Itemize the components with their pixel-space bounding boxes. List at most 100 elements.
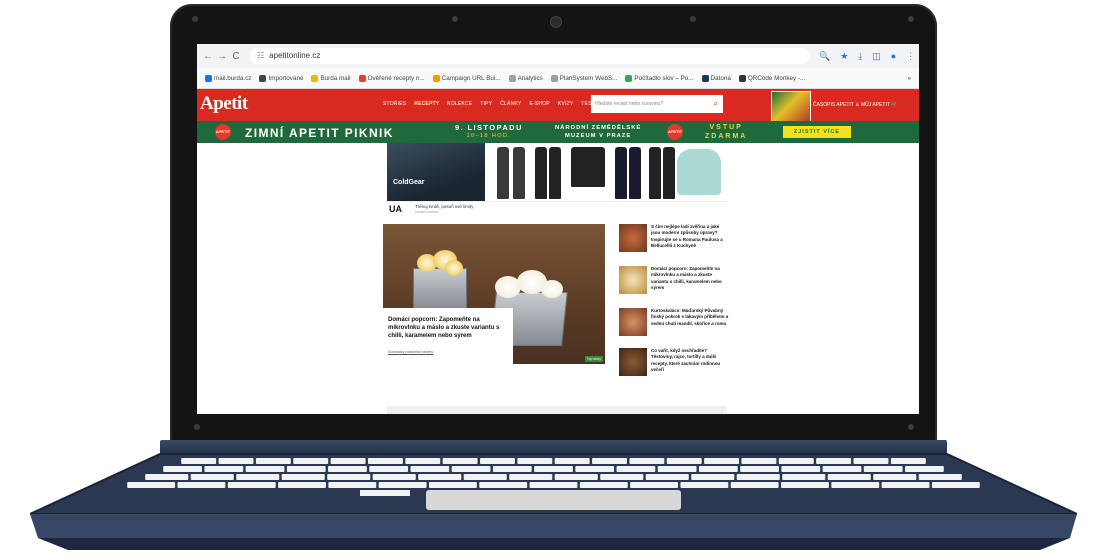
bookmarks-more-button[interactable]: » bbox=[907, 75, 911, 82]
keyboard-key[interactable] bbox=[330, 458, 366, 464]
keyboard-key[interactable] bbox=[827, 474, 871, 480]
keyboard-key[interactable] bbox=[534, 466, 573, 472]
sidebar-article[interactable]: Co vařit, když nechřadíte? Těstoviny, ra… bbox=[619, 348, 729, 386]
keyboard-key[interactable] bbox=[327, 474, 371, 480]
keyboard-key[interactable] bbox=[529, 482, 578, 488]
search-icon[interactable]: ⌕ bbox=[714, 95, 718, 113]
keyboard-key[interactable] bbox=[236, 474, 280, 480]
keyboard-key[interactable] bbox=[592, 458, 627, 464]
keyboard-key[interactable] bbox=[418, 474, 462, 480]
keyboard-key[interactable] bbox=[492, 466, 532, 472]
feature-title[interactable]: Domácí popcorn: Zapomeňte na mikrovlnku … bbox=[388, 316, 508, 341]
nav-item-e-shop[interactable]: E-SHOP bbox=[529, 101, 549, 107]
keyboard-key[interactable] bbox=[853, 458, 889, 464]
bookmark-item[interactable]: Analytics bbox=[508, 74, 543, 82]
keyboard-key[interactable] bbox=[782, 474, 826, 480]
keyboard-key[interactable] bbox=[691, 474, 735, 480]
bookmark-item[interactable]: Importované bbox=[259, 74, 303, 82]
address-bar[interactable]: ☷ apetitonline.cz bbox=[249, 48, 809, 64]
keyboard-key[interactable] bbox=[372, 474, 416, 480]
keyboard-key[interactable] bbox=[931, 482, 980, 488]
keyboard-key[interactable] bbox=[204, 466, 244, 472]
keyboard-key[interactable] bbox=[778, 458, 814, 464]
keyboard-key[interactable] bbox=[863, 466, 903, 472]
keyboard-key[interactable] bbox=[410, 466, 450, 472]
sidebar-article-title[interactable]: S čím nejlépe ladí zvěřina a jaké jsou m… bbox=[651, 224, 729, 250]
keyboard-key[interactable] bbox=[816, 458, 852, 464]
sidebar-article-title[interactable]: Kurtoskalács: Maďarský Půvabný finský po… bbox=[651, 308, 729, 327]
bookmark-item[interactable]: Počítadlo slov – Po... bbox=[625, 74, 694, 82]
keyboard-key[interactable] bbox=[451, 466, 491, 472]
keyboard-key[interactable] bbox=[736, 474, 780, 480]
nav-item-kolekce[interactable]: KOLEKCE bbox=[447, 101, 472, 107]
keyboard-key[interactable] bbox=[145, 474, 189, 480]
sidebar-article[interactable]: Domácí popcorn: Zapomeňte na mikrovlnku … bbox=[619, 266, 729, 304]
keyboard-key[interactable] bbox=[831, 482, 880, 488]
search-input[interactable]: Hledáte recept nebo surovinu? ⌕ bbox=[591, 95, 723, 113]
profile-icon[interactable]: ● bbox=[891, 51, 896, 61]
keyboard-key[interactable] bbox=[904, 466, 944, 472]
keyboard-key[interactable] bbox=[463, 474, 507, 480]
keyboard-key[interactable] bbox=[480, 458, 515, 464]
zoom-icon[interactable]: 🔍 bbox=[819, 51, 830, 62]
bookmark-item[interactable]: Burda mail bbox=[311, 74, 351, 82]
keyboard-key[interactable] bbox=[554, 474, 598, 480]
keyboard-key[interactable] bbox=[181, 458, 217, 464]
keyboard-key[interactable] bbox=[630, 482, 679, 488]
keyboard-key[interactable] bbox=[890, 458, 926, 464]
keyboard-key[interactable] bbox=[741, 458, 777, 464]
nav-item-tipy[interactable]: TIPY bbox=[480, 101, 492, 107]
keyboard-key[interactable] bbox=[281, 474, 325, 480]
keyboard-key[interactable] bbox=[645, 474, 689, 480]
keyboard-key[interactable] bbox=[328, 482, 377, 488]
sidebar-article-title[interactable]: Co vařit, když nechřadíte? Těstoviny, ra… bbox=[651, 348, 729, 374]
bookmark-item[interactable]: Ověřené recepty n... bbox=[358, 74, 425, 82]
keyboard-key[interactable] bbox=[657, 466, 697, 472]
bookmark-item[interactable]: mail.burda.cz bbox=[205, 74, 251, 82]
download-icon[interactable]: ⤓ bbox=[858, 51, 862, 62]
nav-item--l-nky[interactable]: ČLÁNKY bbox=[500, 101, 521, 107]
keyboard-key[interactable] bbox=[278, 482, 326, 488]
keyboard-key[interactable] bbox=[293, 458, 329, 464]
keyboard-key[interactable] bbox=[369, 466, 409, 472]
keyboard-key[interactable] bbox=[177, 482, 226, 488]
banner-cta-button[interactable]: ZJISTIT VÍCE bbox=[783, 126, 851, 138]
keyboard-key[interactable] bbox=[517, 458, 553, 464]
keyboard-key[interactable] bbox=[218, 458, 254, 464]
magazine-cover[interactable] bbox=[771, 91, 811, 123]
keyboard-key[interactable] bbox=[479, 482, 528, 488]
event-banner[interactable]: APETIT ZIMNÍ APETIT PIKNIK 9. LISTOPADU … bbox=[197, 121, 919, 143]
keyboard-key[interactable] bbox=[255, 458, 291, 464]
site-logo[interactable]: Apetit bbox=[200, 93, 248, 115]
sidebar-article-title[interactable]: Domácí popcorn: Zapomeňte na mikrovlnku … bbox=[651, 266, 729, 292]
keyboard-key[interactable] bbox=[428, 482, 477, 488]
keyboard-key[interactable] bbox=[822, 466, 862, 472]
keyboard-key[interactable] bbox=[698, 466, 738, 472]
bookmark-item[interactable]: PlanSystem WebS... bbox=[550, 74, 617, 82]
bookmark-item[interactable]: Datona bbox=[701, 74, 731, 82]
menu-icon[interactable]: ⋮ bbox=[906, 51, 915, 62]
header-links[interactable]: ČASOPIS APETIT ♙ MŮJ APETIT 🛒 bbox=[813, 102, 897, 108]
advertisement[interactable]: ColdGear UA Trénuj tvrdě, posuň své limi… bbox=[387, 143, 727, 215]
sidebar-icon[interactable]: ◫ bbox=[872, 51, 881, 62]
keyboard-key[interactable] bbox=[245, 466, 285, 472]
keyboard-key[interactable] bbox=[600, 474, 644, 480]
feature-article[interactable]: Domácí popcorn: Zapomeňte na mikrovlnku … bbox=[383, 224, 605, 364]
keyboard-key[interactable] bbox=[616, 466, 656, 472]
touchpad[interactable] bbox=[426, 490, 681, 510]
star-icon[interactable]: ★ bbox=[840, 51, 848, 62]
back-button[interactable]: ← bbox=[201, 51, 215, 62]
keyboard-key[interactable] bbox=[378, 482, 427, 488]
keyboard-key[interactable] bbox=[740, 466, 779, 472]
keyboard-key[interactable] bbox=[127, 482, 176, 488]
keyboard-key[interactable] bbox=[704, 458, 740, 464]
keyboard-key[interactable] bbox=[918, 474, 962, 480]
keyboard-key[interactable] bbox=[405, 458, 441, 464]
keyboard-key[interactable] bbox=[190, 474, 234, 480]
nav-item-stories[interactable]: STORIES bbox=[383, 101, 406, 107]
nav-item-kv-zy[interactable]: KVÍZY bbox=[558, 101, 573, 107]
keyboard-key[interactable] bbox=[509, 474, 553, 480]
forward-button[interactable]: → bbox=[215, 51, 229, 62]
bookmark-item[interactable]: Campaign URL Bui... bbox=[432, 74, 501, 82]
keyboard-key[interactable] bbox=[680, 482, 729, 488]
